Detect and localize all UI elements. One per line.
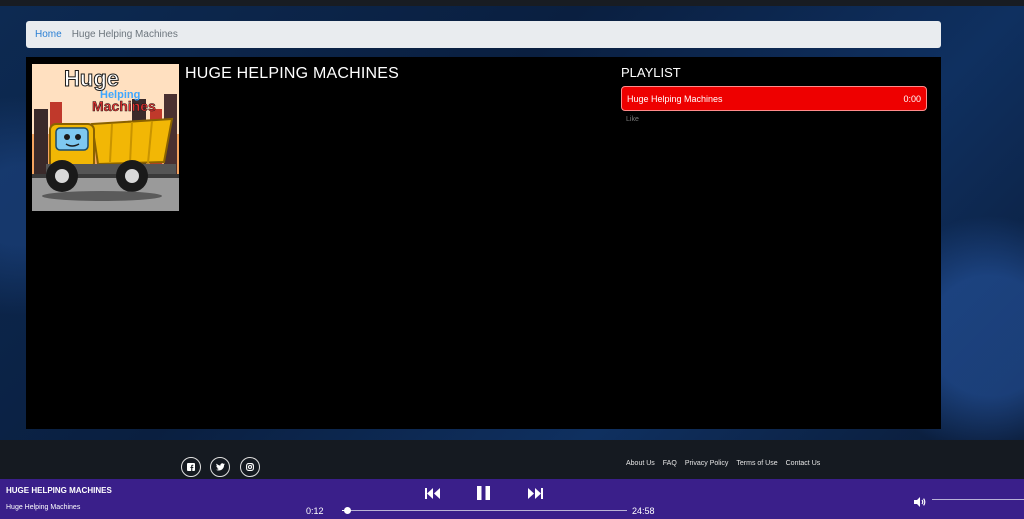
playlist-track[interactable]: Huge Helping Machines 0:00 — [621, 86, 927, 111]
pause-icon — [477, 486, 490, 500]
previous-track-button[interactable] — [425, 485, 440, 501]
footer-links: About Us FAQ Privacy Policy Terms of Use… — [626, 460, 820, 467]
footer: About Us FAQ Privacy Policy Terms of Use… — [0, 440, 1024, 479]
track-duration: 0:00 — [903, 93, 921, 104]
like-button[interactable]: Like — [626, 116, 639, 123]
album-title: HUGE HELPING MACHINES — [185, 65, 400, 82]
svg-text:Huge: Huge — [64, 66, 119, 91]
playlist-heading: PLAYLIST — [621, 65, 681, 80]
seek-handle[interactable] — [344, 507, 352, 514]
footer-link-faq[interactable]: FAQ — [663, 460, 677, 467]
volume-icon — [914, 497, 926, 507]
album-panel: Huge Helping Machines HUGE HELPING MACHI… — [26, 57, 941, 429]
elapsed-time: 0:12 — [306, 506, 324, 516]
pause-button[interactable] — [477, 485, 490, 501]
instagram-icon[interactable] — [240, 457, 260, 477]
next-track-button[interactable] — [528, 485, 543, 501]
volume-slider[interactable] — [932, 499, 1024, 500]
total-time: 24:58 — [632, 506, 655, 516]
audio-player: HUGE HELPING MACHINES Huge Helping Machi… — [0, 479, 1024, 519]
facebook-icon[interactable] — [181, 457, 201, 477]
seek-slider[interactable] — [342, 507, 627, 514]
footer-link-contact[interactable]: Contact Us — [786, 460, 821, 467]
breadcrumb-home-link[interactable]: Home — [35, 29, 62, 40]
track-name: Huge Helping Machines — [627, 93, 723, 104]
twitter-icon[interactable] — [210, 457, 230, 477]
player-track-title: Huge Helping Machines — [6, 504, 81, 511]
skip-forward-icon — [528, 487, 543, 499]
album-cover-art: Huge Helping Machines — [32, 64, 179, 211]
breadcrumb-current: Huge Helping Machines — [71, 29, 178, 40]
breadcrumb: Home Huge Helping Machines — [26, 21, 941, 48]
footer-link-privacy[interactable]: Privacy Policy — [685, 460, 729, 467]
volume-button[interactable] — [914, 494, 926, 512]
svg-text:Machines: Machines — [92, 98, 156, 114]
footer-link-terms[interactable]: Terms of Use — [736, 460, 777, 467]
skip-back-icon — [425, 487, 440, 499]
album-cover[interactable]: Huge Helping Machines — [32, 64, 179, 211]
player-album-title: HUGE HELPING MACHINES — [6, 486, 112, 495]
footer-link-about[interactable]: About Us — [626, 460, 655, 467]
